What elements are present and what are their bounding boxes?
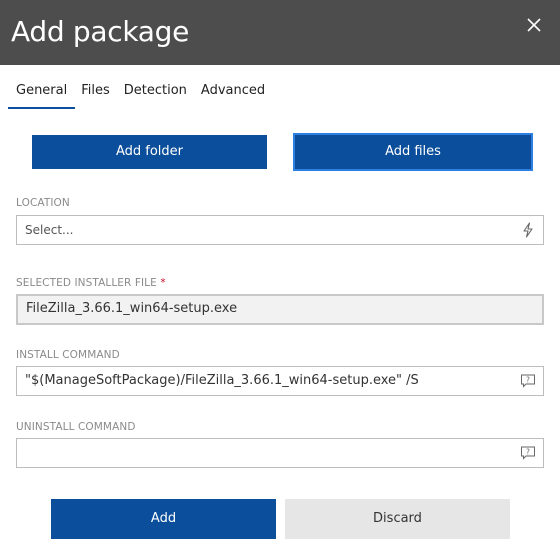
installer-file-label-text: SELECTED INSTALLER FILE <box>16 277 157 289</box>
uninstall-command-label: UNINSTALL COMMAND <box>16 421 136 433</box>
installer-file-label: SELECTED INSTALLER FILE * <box>16 277 166 289</box>
install-command-label: INSTALL COMMAND <box>16 349 120 361</box>
tab-detection[interactable]: Detection <box>124 83 187 109</box>
svg-text:?: ? <box>526 375 530 384</box>
required-marker: * <box>160 277 166 289</box>
uninstall-command-input[interactable]: ? <box>16 438 544 468</box>
install-command-input[interactable]: "$(ManageSoftPackage)/FileZilla_3.66.1_w… <box>16 366 544 396</box>
dialog-header: Add package <box>0 0 560 65</box>
tab-bar: General Files Detection Advanced <box>8 83 279 109</box>
add-files-button[interactable]: Add files <box>293 133 533 171</box>
help-comment-icon[interactable]: ? <box>520 373 536 389</box>
lightning-icon <box>523 222 533 238</box>
add-button[interactable]: Add <box>51 499 276 539</box>
dialog-title: Add package <box>11 15 190 48</box>
close-icon[interactable] <box>525 16 543 34</box>
location-placeholder: Select... <box>25 223 74 237</box>
svg-text:?: ? <box>526 447 530 456</box>
installer-file-value: FileZilla_3.66.1_win64-setup.exe <box>26 301 238 316</box>
installer-file-field: FileZilla_3.66.1_win64-setup.exe <box>16 294 544 325</box>
location-select[interactable]: Select... <box>16 215 544 245</box>
install-command-value: "$(ManageSoftPackage)/FileZilla_3.66.1_w… <box>25 373 419 388</box>
tab-general[interactable]: General <box>8 83 76 109</box>
discard-button[interactable]: Discard <box>285 499 510 539</box>
help-comment-icon[interactable]: ? <box>520 445 536 461</box>
tab-files[interactable]: Files <box>81 83 110 109</box>
tab-advanced[interactable]: Advanced <box>201 83 265 109</box>
add-folder-button[interactable]: Add folder <box>32 135 267 169</box>
location-label: LOCATION <box>16 197 70 209</box>
